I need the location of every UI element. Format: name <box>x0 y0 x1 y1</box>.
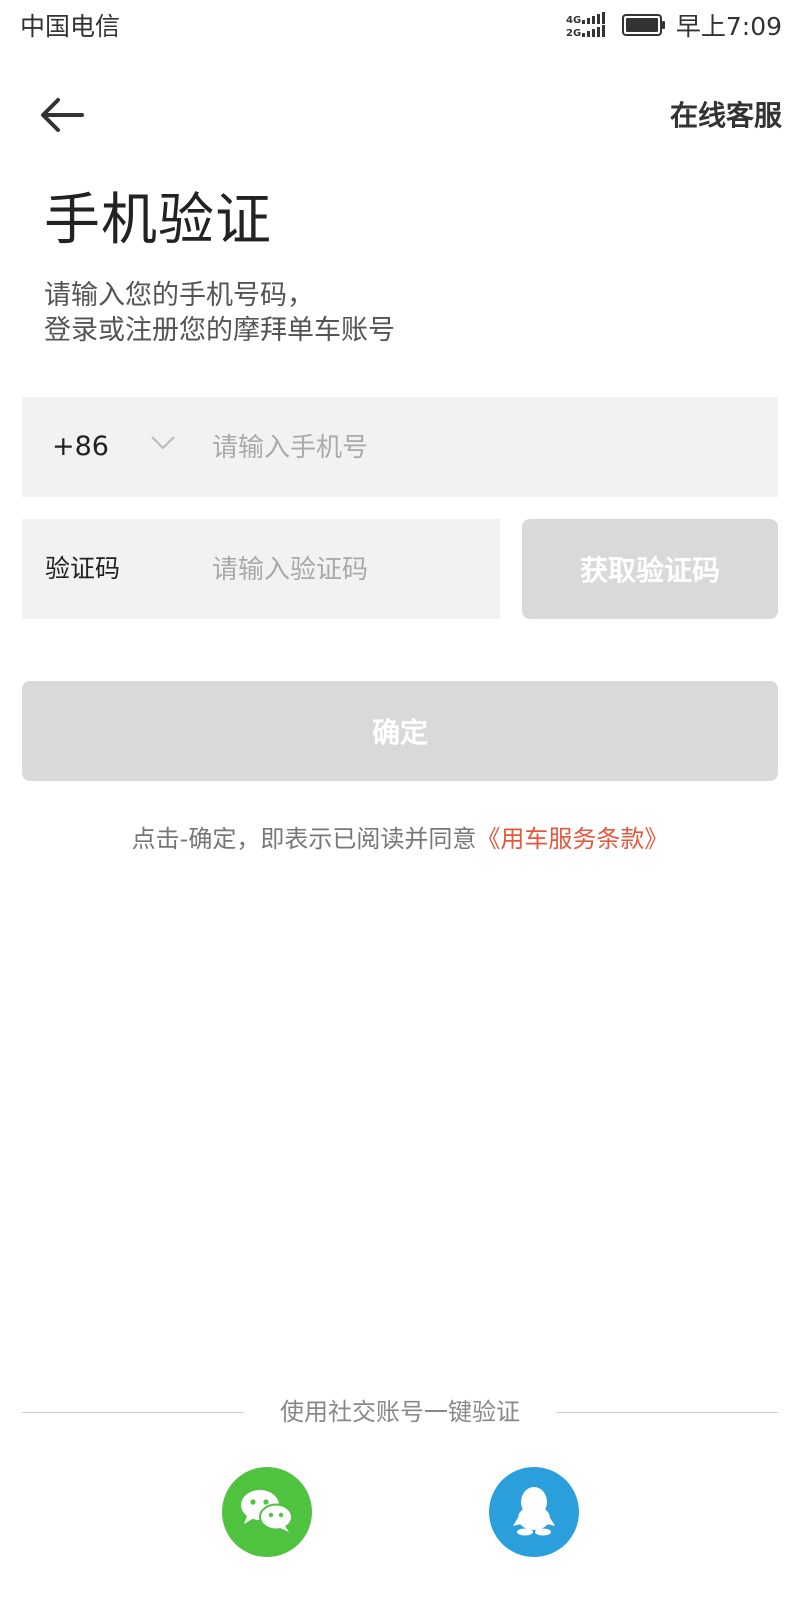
code-input[interactable] <box>210 544 484 596</box>
code-input-row: 验证码 <box>22 519 500 619</box>
signal-icon: 4G 2G <box>566 12 610 42</box>
code-label: 验证码 <box>45 554 121 583</box>
back-button[interactable] <box>34 92 90 142</box>
svg-text:4G: 4G <box>566 15 581 26</box>
subtitle-line-1: 请输入您的手机号码， <box>44 280 314 311</box>
subtitle-line-2: 登录或注册您的摩拜单车账号 <box>44 315 395 346</box>
arrow-left-icon <box>38 97 86 137</box>
divider-left <box>22 1412 244 1413</box>
wechat-login-button[interactable] <box>222 1467 312 1557</box>
terms-link[interactable]: 《用车服务条款》 <box>476 825 668 853</box>
terms-prefix: 点击-确定，即表示已阅读并同意 <box>131 825 477 853</box>
svg-text:2G: 2G <box>566 28 581 38</box>
page-title: 手机验证 <box>44 188 272 253</box>
confirm-button[interactable]: 确定 <box>22 681 778 781</box>
carrier-name: 中国电信 <box>20 12 121 41</box>
clock-time: 早上7:09 <box>675 12 782 41</box>
page-subtitle: 请输入您的手机号码， 登录或注册您的摩拜单车账号 <box>44 278 395 348</box>
get-code-button[interactable]: 获取验证码 <box>522 519 778 619</box>
battery-icon <box>621 14 666 40</box>
qq-icon <box>512 1484 556 1540</box>
customer-service-link[interactable]: 在线客服 <box>670 96 782 136</box>
status-indicators: 4G 2G 早上7:09 <box>566 10 782 44</box>
wechat-icon <box>239 1486 295 1538</box>
social-login-label: 使用社交账号一键验证 <box>280 1398 520 1426</box>
phone-input-row: +86 <box>22 397 778 497</box>
country-code-selector[interactable]: +86 <box>52 397 109 497</box>
qq-login-button[interactable] <box>489 1467 579 1557</box>
phone-input[interactable] <box>210 422 754 474</box>
terms-notice: 点击-确定，即表示已阅读并同意《用车服务条款》 <box>0 820 800 858</box>
chevron-down-icon[interactable] <box>150 435 176 455</box>
divider-right <box>556 1412 778 1413</box>
